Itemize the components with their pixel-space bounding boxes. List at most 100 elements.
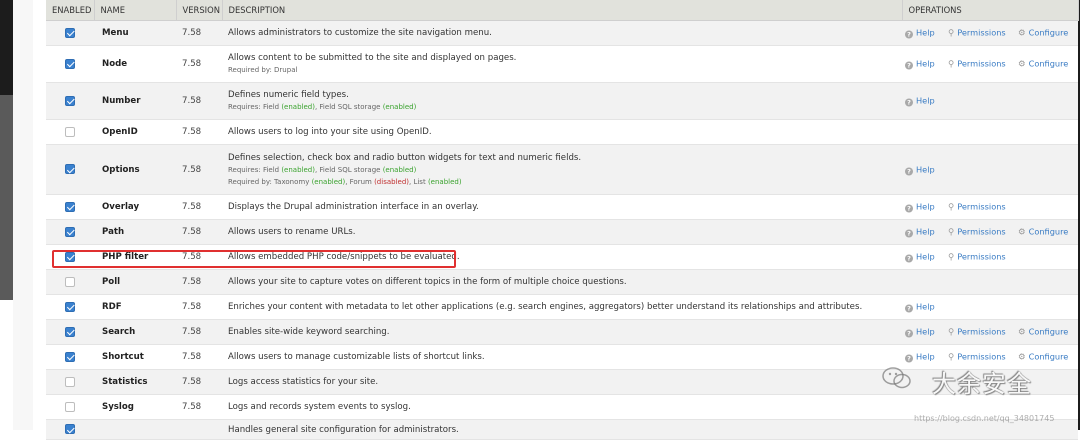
permissions-link-label: Permissions: [957, 201, 1006, 212]
module-description: Allows content to be submitted to the si…: [228, 53, 517, 63]
enabled-checkbox[interactable]: [65, 424, 75, 435]
enabled-checkbox[interactable]: [65, 27, 75, 38]
permissions-link[interactable]: ⚲ Permissions: [948, 202, 1006, 213]
page-gutter: [13, 0, 33, 430]
help-link[interactable]: ? Help: [905, 202, 935, 213]
enabled-cell: [46, 319, 94, 345]
help-link[interactable]: ? Help: [905, 327, 935, 338]
module-version: 7.58: [176, 219, 222, 245]
col-header-enabled[interactable]: ENABLED: [46, 0, 95, 21]
col-header-description: DESCRIPTION: [222, 0, 903, 21]
permissions-link[interactable]: ⚲ Permissions: [948, 352, 1006, 363]
module-name: Node: [94, 45, 176, 83]
help-link[interactable]: ? Help: [905, 96, 935, 107]
module-description: Enables site-wide keyword searching.: [228, 327, 390, 337]
modules-table-wrapper: ENABLED NAME VERSION DESCRIPTION OPERATI…: [46, 0, 1079, 440]
operations-cell: ? Help ⚲ Permissions: [902, 194, 1078, 220]
enabled-checkbox[interactable]: [65, 126, 75, 137]
help-icon: ?: [905, 98, 913, 107]
help-link[interactable]: ? Help: [905, 352, 935, 363]
help-icon: ?: [905, 304, 913, 313]
module-name: PHP filter: [94, 244, 176, 270]
key-icon: ⚲: [948, 28, 955, 39]
permissions-link[interactable]: ⚲ Permissions: [948, 59, 1006, 70]
help-icon: ?: [905, 204, 913, 213]
enabled-checkbox[interactable]: [65, 164, 75, 175]
help-link-label: Help: [916, 58, 935, 69]
permissions-link[interactable]: ⚲ Permissions: [948, 252, 1006, 263]
module-description-cell: Allows users to rename URLs.: [222, 219, 902, 245]
module-description-cell: Logs access statistics for your site.: [222, 369, 902, 395]
configure-link-label: Configure: [1028, 226, 1069, 237]
module-name: Statistics: [94, 369, 176, 395]
help-link[interactable]: ? Help: [905, 252, 935, 263]
module-description: Allows administrators to customize the s…: [228, 28, 492, 38]
module-version: 7.58: [176, 144, 222, 195]
module-name: Options: [94, 144, 176, 195]
configure-link-label: Configure: [1028, 27, 1069, 38]
help-link[interactable]: ? Help: [905, 28, 935, 39]
key-icon: ⚲: [948, 202, 955, 213]
gear-icon: ⚙: [1018, 59, 1026, 70]
table-row: Menu 7.58 Allows administrators to customi…: [46, 20, 1078, 46]
help-link[interactable]: ? Help: [905, 164, 935, 175]
help-link-label: Help: [916, 326, 935, 337]
enabled-checkbox[interactable]: [65, 351, 75, 362]
enabled-checkbox[interactable]: [65, 401, 75, 412]
permissions-link[interactable]: ⚲ Permissions: [948, 28, 1006, 39]
enabled-checkbox[interactable]: [65, 251, 75, 262]
enabled-checkbox[interactable]: [65, 201, 75, 212]
help-link[interactable]: ? Help: [905, 59, 935, 70]
col-header-version[interactable]: VERSION: [176, 0, 223, 21]
help-link-label: Help: [916, 27, 935, 38]
configure-link-label: Configure: [1028, 351, 1069, 362]
help-link[interactable]: ? Help: [905, 227, 935, 238]
help-icon: ?: [905, 254, 913, 263]
operations-cell: [902, 269, 1078, 295]
module-description: Allows users to rename URLs.: [228, 227, 356, 237]
enabled-checkbox[interactable]: [65, 376, 75, 387]
enabled-checkbox[interactable]: [65, 301, 75, 312]
enabled-cell: [46, 269, 94, 295]
operations-cell: ? Help: [902, 144, 1078, 195]
configure-link[interactable]: ⚙ Configure: [1018, 327, 1068, 338]
enabled-cell: [46, 344, 94, 370]
configure-link[interactable]: ⚙ Configure: [1018, 227, 1068, 238]
permissions-link-label: Permissions: [957, 226, 1006, 237]
configure-link[interactable]: ⚙ Configure: [1018, 59, 1068, 70]
enabled-checkbox[interactable]: [65, 226, 75, 237]
enabled-checkbox[interactable]: [65, 326, 75, 337]
left-edge-panel-gray: [0, 95, 13, 300]
enabled-cell: [46, 369, 94, 395]
permissions-link[interactable]: ⚲ Permissions: [948, 227, 1006, 238]
key-icon: ⚲: [948, 227, 955, 238]
enabled-checkbox[interactable]: [65, 276, 75, 287]
module-description: Allows users to manage customizable list…: [228, 352, 485, 362]
enabled-checkbox[interactable]: [65, 95, 75, 106]
table-row: Options 7.58 Defines selection, check box …: [46, 144, 1078, 195]
col-header-name[interactable]: NAME: [94, 0, 177, 21]
configure-link[interactable]: ⚙ Configure: [1018, 352, 1068, 363]
module-version: 7.58: [176, 269, 222, 295]
enabled-checkbox[interactable]: [65, 58, 75, 69]
help-icon: ?: [905, 167, 913, 175]
enabled-cell: [46, 394, 94, 420]
module-description: Displays the Drupal administration inter…: [228, 202, 479, 212]
module-name: Menu: [94, 20, 176, 46]
module-requires: Requires: Field (enabled), Field SQL sto…: [228, 103, 417, 111]
operations-cell: [902, 394, 1078, 420]
module-required-by: Required by: Drupal: [228, 66, 298, 74]
operations-cell: ? Help ⚲ Permissions ⚙ Configure: [902, 344, 1078, 370]
help-link[interactable]: ? Help: [905, 302, 935, 313]
col-header-operations: OPERATIONS: [902, 0, 1079, 21]
gear-icon: ⚙: [1018, 28, 1026, 39]
operations-cell: [902, 369, 1078, 395]
configure-link[interactable]: ⚙ Configure: [1018, 28, 1068, 39]
module-version: 7.58: [176, 394, 222, 420]
module-requires: Requires: Field (enabled), Field SQL sto…: [228, 165, 417, 174]
module-name: Path: [94, 219, 176, 245]
gear-icon: ⚙: [1018, 327, 1026, 338]
permissions-link[interactable]: ⚲ Permissions: [948, 327, 1006, 338]
help-icon: ?: [905, 329, 913, 338]
key-icon: ⚲: [948, 252, 955, 263]
